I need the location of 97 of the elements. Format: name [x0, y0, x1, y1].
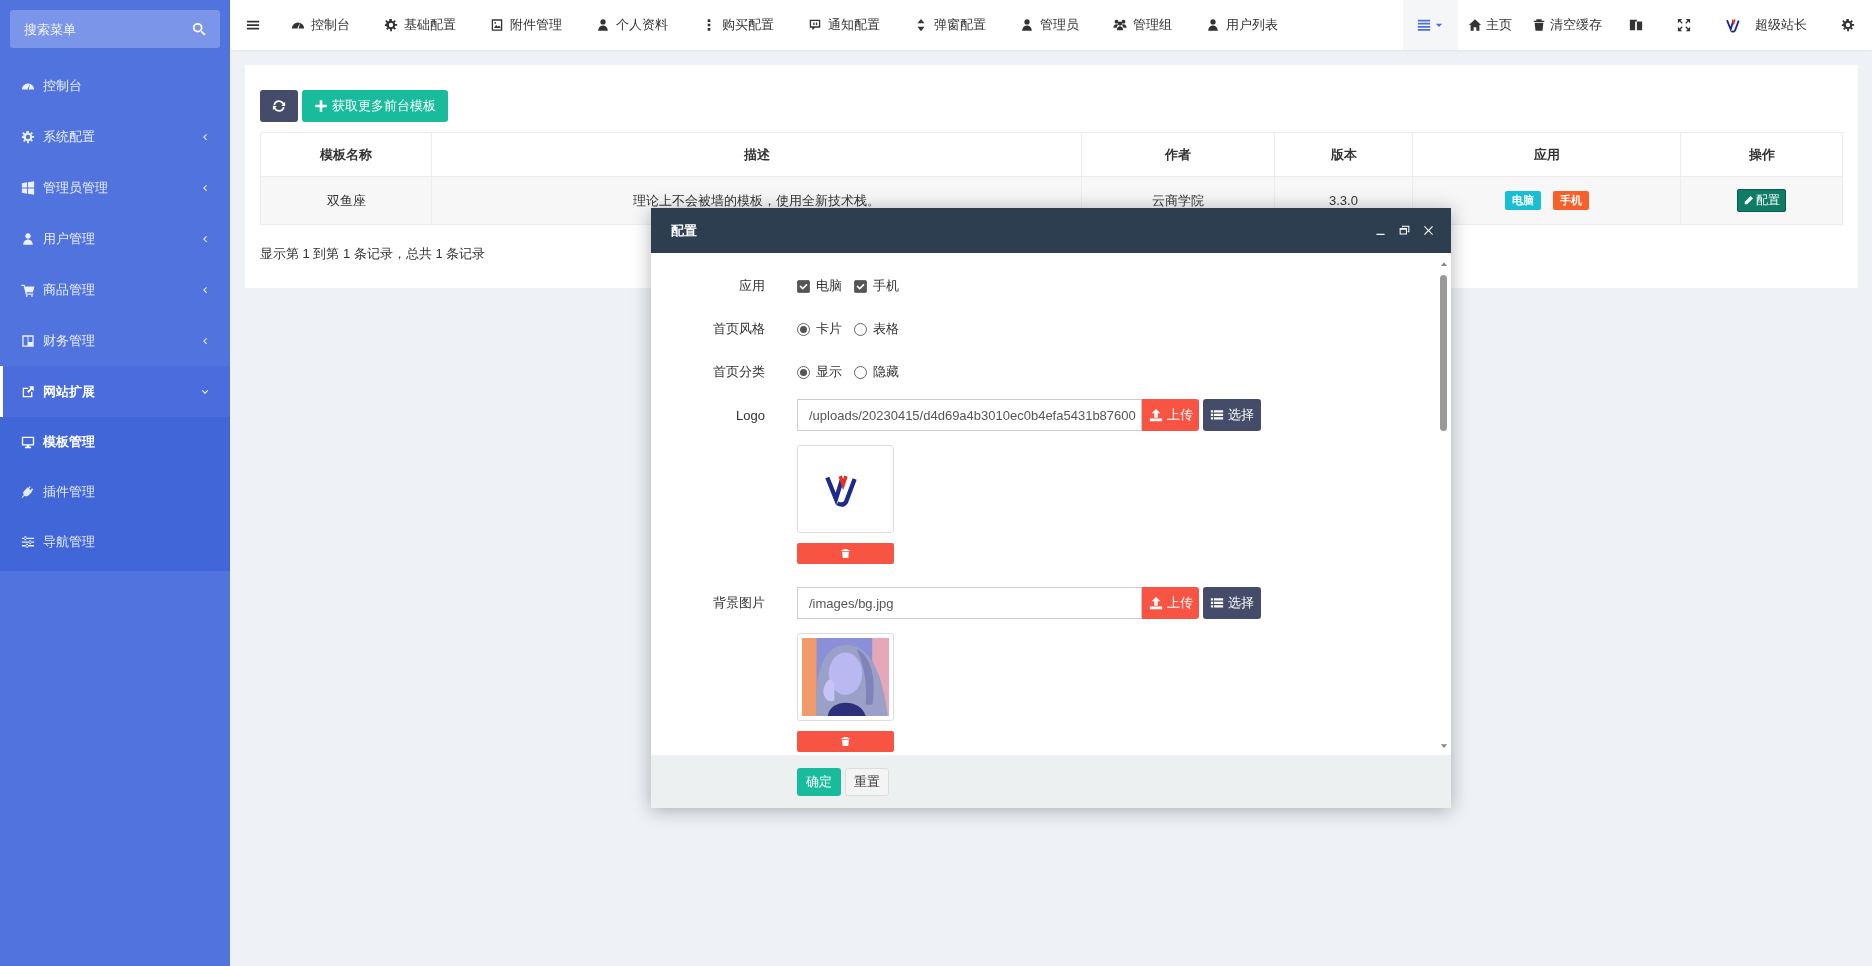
trash-icon — [1532, 18, 1546, 32]
nav-tab[interactable]: 个人资料 — [579, 0, 685, 50]
refresh-icon — [272, 99, 286, 113]
app-tag: 电脑 — [1504, 191, 1541, 210]
delete-button[interactable] — [797, 731, 894, 752]
search-field[interactable]: 搜索菜单 — [10, 10, 220, 48]
upload-icon — [1148, 408, 1163, 422]
maximize-icon[interactable] — [1398, 224, 1411, 237]
nav-tab[interactable]: 基础配置 — [367, 0, 473, 50]
list-icon — [1210, 408, 1224, 422]
user-menu[interactable]: 超级站长 — [1708, 0, 1824, 50]
refresh-button[interactable] — [260, 90, 298, 122]
person-icon — [1020, 18, 1034, 32]
board-icon — [21, 333, 35, 348]
sidebar-item[interactable]: 商品管理 — [0, 264, 230, 315]
checkbox[interactable] — [854, 279, 867, 293]
monitor-icon — [21, 435, 35, 449]
windows-icon — [21, 180, 35, 195]
home-icon — [1468, 18, 1482, 32]
people-icon — [1113, 18, 1127, 32]
person-icon — [21, 231, 35, 246]
list-icon — [1210, 596, 1224, 610]
scrollbar-thumb[interactable] — [1440, 275, 1447, 431]
sidebar-item[interactable]: 财务管理 — [0, 315, 230, 366]
external-link-icon — [21, 384, 35, 399]
option-label: 手机 — [873, 277, 899, 295]
nav-tab[interactable]: 购买配置 — [685, 0, 791, 50]
table-cell: 双鱼座 — [260, 176, 432, 225]
sidebar-subitem[interactable]: 模板管理 — [0, 417, 230, 467]
pencil-icon — [1743, 195, 1754, 206]
plug-icon — [21, 485, 35, 499]
menu-toggle-button[interactable] — [1403, 0, 1458, 50]
choose-button[interactable]: 选择 — [1203, 587, 1261, 619]
field-label: 应用 — [739, 277, 765, 295]
option-label: 隐藏 — [873, 363, 899, 381]
sliders-icon — [21, 535, 35, 549]
translate-icon — [1629, 18, 1643, 32]
path-field[interactable]: /images/bg.jpg — [797, 587, 1142, 619]
radio-button[interactable] — [797, 365, 810, 379]
clear-cache-button[interactable]: 清空缓存 — [1522, 0, 1612, 50]
nav-tab[interactable]: 用户列表 — [1189, 0, 1295, 50]
option-label: 电脑 — [816, 277, 842, 295]
gear-icon — [384, 18, 398, 32]
gear-icon — [21, 129, 35, 144]
nav-tab[interactable]: 附件管理 — [473, 0, 579, 50]
close-icon[interactable] — [1422, 224, 1435, 237]
cart-icon — [21, 282, 35, 297]
field-label: 首页风格 — [713, 320, 765, 338]
delete-button[interactable] — [797, 543, 894, 564]
checkbox[interactable] — [797, 279, 810, 293]
column-header: 模板名称 — [260, 132, 432, 177]
plus-icon — [314, 99, 328, 113]
field-label: Logo — [736, 407, 765, 423]
menu-icon — [246, 18, 260, 32]
sidebar-item[interactable]: 管理员管理 — [0, 162, 230, 213]
list-icon — [1417, 18, 1431, 32]
sidebar-subitem[interactable]: 插件管理 — [0, 467, 230, 517]
choose-button[interactable]: 选择 — [1203, 399, 1261, 431]
column-header: 版本 — [1274, 132, 1413, 177]
trash-icon — [840, 736, 851, 747]
column-header: 作者 — [1081, 132, 1275, 177]
expand-icon — [1677, 18, 1691, 32]
sidebar-item[interactable]: 系统配置 — [0, 111, 230, 162]
path-field[interactable]: /uploads/20230415/d4d69a4b3010ec0b4efa5431b87600 — [797, 399, 1142, 431]
app-tag: 手机 — [1552, 191, 1589, 210]
search-icon[interactable] — [192, 22, 206, 36]
sidebar-subitem[interactable]: 导航管理 — [0, 517, 230, 567]
nav-tab[interactable]: 通知配置 — [791, 0, 897, 50]
field-label: 首页分类 — [713, 363, 765, 381]
sidebar-item[interactable]: 控制台 — [0, 60, 230, 111]
column-header: 操作 — [1680, 132, 1843, 177]
person-icon — [1206, 18, 1220, 32]
field-label: 背景图片 — [713, 594, 765, 612]
radio-button[interactable] — [854, 365, 867, 379]
sidebar-item[interactable]: 网站扩展 — [0, 366, 230, 417]
radio-button[interactable] — [797, 322, 810, 336]
chat-icon — [808, 18, 822, 32]
column-header: 描述 — [431, 132, 1082, 177]
nav-tab[interactable]: 管理员 — [1003, 0, 1096, 50]
nav-tab[interactable]: 管理组 — [1096, 0, 1189, 50]
option-label: 显示 — [816, 363, 842, 381]
radio-button[interactable] — [854, 322, 867, 336]
option-label: 卡片 — [816, 320, 842, 338]
home-link[interactable]: 主页 — [1458, 0, 1522, 50]
sidebar-item[interactable]: 用户管理 — [0, 213, 230, 264]
option-label: 表格 — [873, 320, 899, 338]
column-header: 应用 — [1412, 132, 1681, 177]
person-icon — [596, 18, 610, 32]
reset-button[interactable]: 重置 — [845, 767, 889, 796]
pagination-info: 显示第 1 到第 1 条记录，总共 1 条记录 — [260, 245, 487, 263]
settings-icon — [1841, 18, 1855, 32]
config-button[interactable]: 配置 — [1737, 189, 1786, 212]
trash-icon — [840, 548, 851, 559]
image-icon — [490, 18, 504, 32]
upload-icon — [1148, 596, 1163, 610]
nav-tab[interactable]: 控制台 — [274, 0, 367, 50]
nav-tab[interactable]: 弹窗配置 — [897, 0, 1003, 50]
